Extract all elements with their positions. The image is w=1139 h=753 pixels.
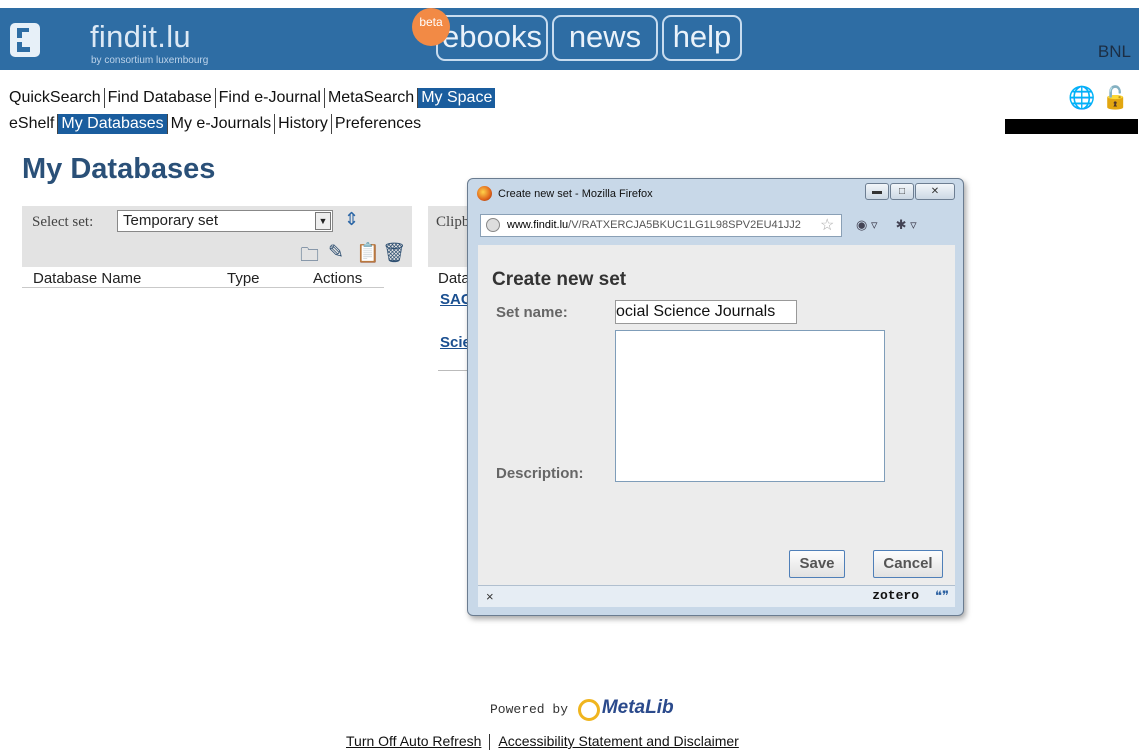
metalib-logo-icon bbox=[577, 698, 600, 721]
auto-refresh-link[interactable]: Turn Off Auto Refresh bbox=[346, 733, 481, 749]
chevron-down-icon[interactable]: ▼ bbox=[315, 212, 331, 230]
site-identity-icon[interactable] bbox=[486, 218, 500, 232]
addon-toolbar: ◉ ▿ ✱ ▿ bbox=[856, 217, 917, 233]
url-domain: www.findit.lu bbox=[507, 219, 569, 231]
chevron-down-icon[interactable]: ▿ bbox=[871, 217, 878, 232]
window-title: Create new set - Mozilla Firefox bbox=[498, 188, 653, 200]
nav-metasearch[interactable]: MetaSearch bbox=[325, 88, 419, 108]
nav-eshelf[interactable]: eShelf bbox=[6, 114, 59, 134]
tab-news[interactable]: news bbox=[552, 15, 658, 61]
close-icon[interactable]: ✕ bbox=[915, 183, 955, 200]
powered-by-label: Powered by bbox=[490, 702, 569, 717]
nav-find-ejournal[interactable]: Find e-Journal bbox=[216, 88, 325, 108]
save-button[interactable]: Save bbox=[789, 550, 845, 578]
sort-arrows-icon[interactable]: ⇕ bbox=[344, 209, 359, 230]
site-header: findit.lu by consortium luxembourg ebook… bbox=[0, 8, 1139, 70]
column-type[interactable]: Type bbox=[227, 270, 260, 287]
select-set-value: Temporary set bbox=[123, 212, 219, 229]
window-controls: ▬ □ ✕ bbox=[864, 181, 955, 200]
clipboard-column: Data bbox=[438, 270, 470, 287]
status-bar: × zotero ❝❞ bbox=[478, 585, 955, 607]
powered-by: Powered by MetaLib bbox=[490, 697, 674, 721]
set-name-input[interactable]: ocial Science Journals bbox=[615, 300, 797, 324]
new-set-icon[interactable]: 🗀 bbox=[300, 241, 319, 273]
select-set-label: Select set: bbox=[32, 214, 94, 230]
top-icons: 🌐 🔓 bbox=[1068, 85, 1129, 111]
brand-name[interactable]: findit.lu bbox=[90, 19, 191, 55]
divider bbox=[489, 734, 491, 751]
tab-help[interactable]: help bbox=[662, 15, 742, 61]
secondary-nav: eShelf My Databases My e-Journals History Pr… bbox=[6, 114, 424, 134]
chevron-down-icon[interactable]: ▿ bbox=[910, 217, 917, 232]
column-actions: Actions bbox=[313, 270, 363, 287]
accessibility-link[interactable]: Accessibility Statement and Disclaimer bbox=[498, 733, 738, 749]
nav-find-database[interactable]: Find Database bbox=[105, 88, 216, 108]
brand-subtitle: by consortium luxembourg bbox=[91, 55, 209, 66]
metalib-name: MetaLib bbox=[601, 697, 674, 718]
close-icon[interactable]: × bbox=[486, 589, 494, 604]
edit-set-icon[interactable]: ✎ bbox=[328, 241, 344, 264]
beta-badge: beta bbox=[412, 8, 450, 46]
primary-nav: QuickSearch Find Database Find e-Journal Me… bbox=[6, 88, 496, 108]
select-set-dropdown[interactable]: Temporary set ▼ bbox=[117, 210, 333, 232]
redacted-bar bbox=[1005, 119, 1138, 134]
addon-icon[interactable]: ◉ bbox=[856, 217, 867, 232]
copy-set-icon[interactable]: 📋 bbox=[356, 241, 380, 265]
maximize-icon[interactable]: □ bbox=[890, 183, 914, 200]
divider bbox=[22, 287, 384, 288]
bookmark-star-icon[interactable]: ☆ bbox=[820, 215, 834, 235]
minimize-icon[interactable]: ▬ bbox=[865, 183, 889, 200]
tab-ebooks[interactable]: ebooks bbox=[436, 15, 548, 61]
firefox-icon bbox=[477, 186, 492, 201]
cancel-button[interactable]: Cancel bbox=[873, 550, 943, 578]
create-set-form: Create new set Set name: ocial Science J… bbox=[478, 245, 955, 585]
institution-label: BNL bbox=[1097, 42, 1131, 61]
clipboard-label: Clipb bbox=[436, 214, 470, 230]
url-path: /V/RATXERCJA5BKUC1LG1L98SPV2EU41JJ2 bbox=[568, 219, 801, 231]
zotero-label[interactable]: zotero bbox=[872, 588, 919, 603]
globe-icon[interactable]: 🌐 bbox=[1068, 85, 1095, 110]
set-toolbar: 🗀 ✎ 📋 🗑 bbox=[22, 237, 412, 267]
page-title: My Databases bbox=[22, 153, 216, 185]
url-bar[interactable]: www.findit.lu/V/RATXERCJA5BKUC1LG1L98SPV… bbox=[480, 214, 842, 237]
footer-links: Turn Off Auto Refresh Accessibility State… bbox=[346, 733, 739, 751]
zotero-icon[interactable]: ❝❞ bbox=[935, 588, 949, 604]
set-name-label: Set name: bbox=[496, 304, 568, 321]
nav-preferences[interactable]: Preferences bbox=[332, 114, 424, 134]
unlock-icon[interactable]: 🔓 bbox=[1102, 85, 1129, 110]
column-database-name[interactable]: Database Name bbox=[33, 270, 141, 287]
nav-my-space[interactable]: My Space bbox=[418, 88, 496, 108]
findit-logo-icon[interactable] bbox=[10, 23, 40, 57]
description-textarea[interactable] bbox=[615, 330, 885, 482]
description-label: Description: bbox=[496, 465, 584, 482]
form-heading: Create new set bbox=[492, 269, 627, 290]
select-set-bar: Select set: Temporary set ▼ ⇕ bbox=[22, 206, 412, 237]
nav-quicksearch[interactable]: QuickSearch bbox=[6, 88, 105, 108]
nav-my-ejournals[interactable]: My e-Journals bbox=[168, 114, 276, 134]
tool-icon[interactable]: ✱ bbox=[896, 217, 907, 232]
create-set-window: Create new set - Mozilla Firefox ▬ □ ✕ www… bbox=[467, 178, 964, 616]
delete-set-icon[interactable]: 🗑 bbox=[382, 241, 406, 265]
nav-history[interactable]: History bbox=[275, 114, 332, 134]
nav-my-databases[interactable]: My Databases bbox=[58, 114, 168, 134]
